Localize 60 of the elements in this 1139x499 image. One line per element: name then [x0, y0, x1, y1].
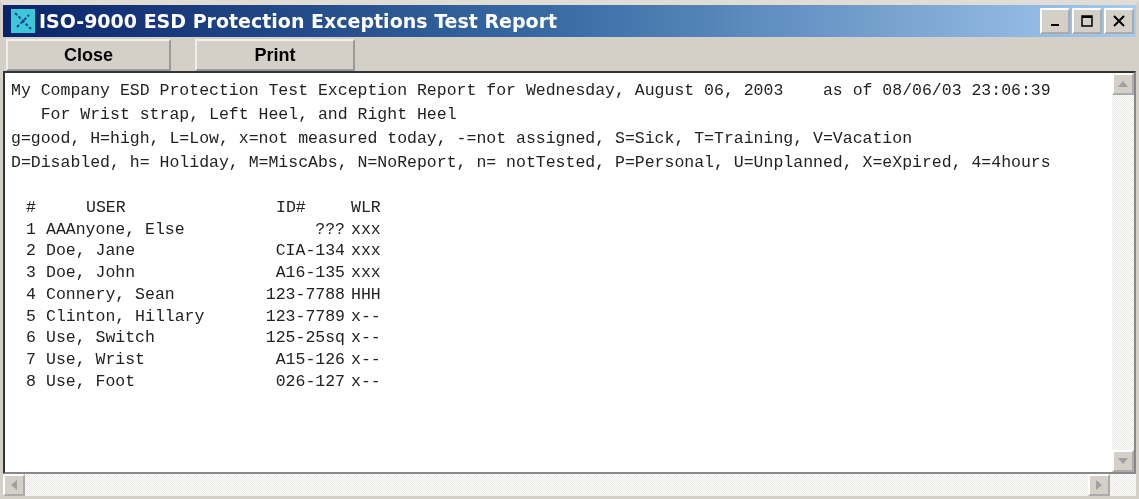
close-button[interactable] [1104, 8, 1134, 34]
maximize-icon [1081, 15, 1093, 27]
table-cell-text: 123-7788 [264, 283, 346, 306]
table-cell-text: xxx [351, 240, 382, 263]
table-cell-text: 1 [26, 218, 37, 241]
minimize-icon [1051, 24, 1059, 26]
report-line: For Wrist strap, Left Heel, and Right Heel [39, 104, 458, 126]
column-header: USER [85, 197, 127, 219]
table-cell-text: CIA-134 [274, 240, 346, 263]
table-cell-text: A15-126 [274, 348, 346, 371]
table-cell-text: 123-7789 [264, 305, 346, 328]
scroll-right-button[interactable] [1088, 474, 1110, 496]
toolbar-button[interactable]: Close [6, 39, 171, 71]
table-cell-text: Connery, Sean [46, 283, 176, 306]
scroll-up-button[interactable] [1112, 73, 1134, 95]
maximize-button[interactable] [1072, 8, 1102, 34]
table-cell-text: 7 [26, 348, 37, 371]
toolbar-button[interactable]: Print [195, 39, 355, 71]
table-cell-text: ??? [314, 218, 346, 241]
app-icon [11, 9, 35, 33]
scroll-down-button[interactable] [1112, 450, 1134, 472]
report-line: g=good, H=high, L=Low, x=not measured today, -=not assigned, S=Sick, T=Training, V=Vacation [11, 128, 914, 150]
table-cell-text: 125-25sq [264, 327, 346, 349]
table-cell-text: x-- [351, 327, 382, 349]
table-cell-text: xxx [351, 262, 382, 284]
report-line: My Company ESD Protection Test Exception Report for Wednesday, August 06, 2003 as of 08/06/03 23:06:39 [11, 80, 1052, 102]
up-arrow-icon [1118, 81, 1128, 87]
column-header: ID# [275, 197, 307, 219]
table-cell-text: Use, Foot [46, 370, 137, 393]
table-cell-text: 2 [26, 240, 37, 263]
table-cell-text: AAAnyone, Else [46, 218, 186, 241]
table-cell-text: 8 [26, 370, 37, 393]
table-cell-text: x-- [351, 370, 382, 393]
minimize-button[interactable] [1040, 8, 1070, 34]
table-cell-text: 5 [26, 305, 37, 328]
table-cell-text: 4 [26, 283, 37, 306]
table-cell-text: Doe, John [46, 262, 137, 284]
close-icon [1113, 15, 1125, 27]
left-arrow-icon [11, 480, 17, 490]
table-cell-text: HHH [351, 283, 382, 306]
scroll-left-button[interactable] [3, 474, 25, 496]
table-cell-text: 026-127 [274, 370, 346, 393]
table-cell-text: Clinton, Hillary [46, 305, 206, 328]
report-line: D=Disabled, h= Holiday, M=MiscAbs, N=NoReport, n= notTested, P=Personal, U=Unplanned, X=eXpired, 4=4hours [11, 152, 1052, 174]
table-cell-text: Doe, Jane [46, 240, 137, 263]
table-cell-text: x-- [351, 305, 382, 328]
table-cell-text: A16-135 [274, 262, 346, 284]
down-arrow-icon [1118, 458, 1128, 464]
horizontal-scrollbar[interactable] [3, 474, 1136, 496]
table-cell-text: x-- [351, 348, 382, 371]
right-arrow-icon [1096, 480, 1102, 490]
vertical-scrollbar[interactable] [1112, 73, 1134, 472]
table-cell-text: Use, Wrist [46, 348, 147, 371]
window-title: ISO-9000 ESD Protection Exceptions Test Report [39, 10, 559, 32]
table-cell-text: Use, Switch [46, 327, 156, 349]
table-cell-text: xxx [351, 218, 382, 241]
table-cell-text: 3 [26, 262, 37, 284]
column-header: # [26, 197, 37, 219]
table-cell-text: 6 [26, 327, 37, 349]
column-header: WLR [351, 197, 382, 219]
